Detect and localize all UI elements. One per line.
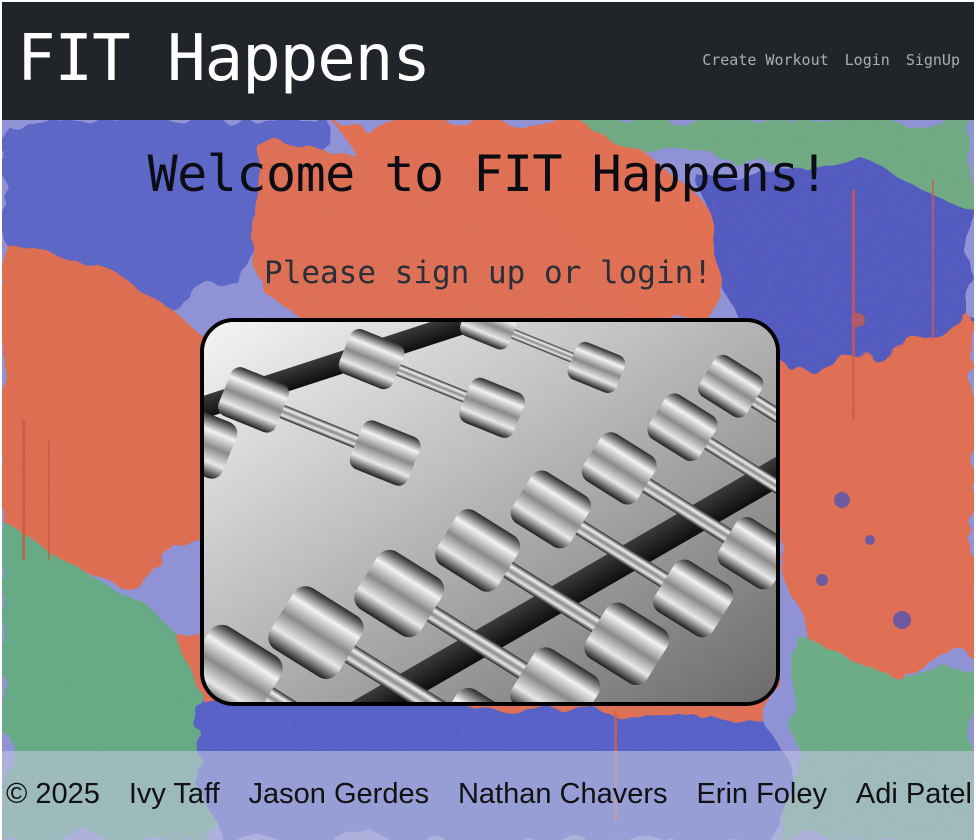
brand-logo-link[interactable]: FIT Happens	[17, 21, 431, 97]
page-subtitle: Please sign up or login!	[264, 255, 712, 291]
dumbbell-rack-image	[200, 318, 780, 706]
nav-links: Create Workout Login SignUp	[702, 50, 960, 70]
nav-login-link[interactable]: Login	[829, 50, 890, 70]
author-name: Ivy Taff	[128, 778, 220, 810]
footer-credits: © 2025 Ivy Taff Jason Gerdes Nathan Chav…	[6, 776, 972, 812]
author-name: Erin Foley	[696, 778, 827, 810]
page: FIT Happens Create Workout Login SignUp …	[0, 0, 976, 840]
copyright-text: © 2025	[6, 778, 100, 810]
author-name: Nathan Chavers	[457, 778, 668, 810]
author-name: Jason Gerdes	[248, 778, 430, 810]
nav-signup-link[interactable]: SignUp	[890, 50, 960, 70]
page-title: Welcome to FIT Happens!	[147, 145, 829, 203]
author-name: Adi Patel	[855, 778, 972, 810]
top-navbar: FIT Happens Create Workout Login SignUp	[2, 2, 974, 120]
nav-create-workout-link[interactable]: Create Workout	[702, 50, 828, 70]
